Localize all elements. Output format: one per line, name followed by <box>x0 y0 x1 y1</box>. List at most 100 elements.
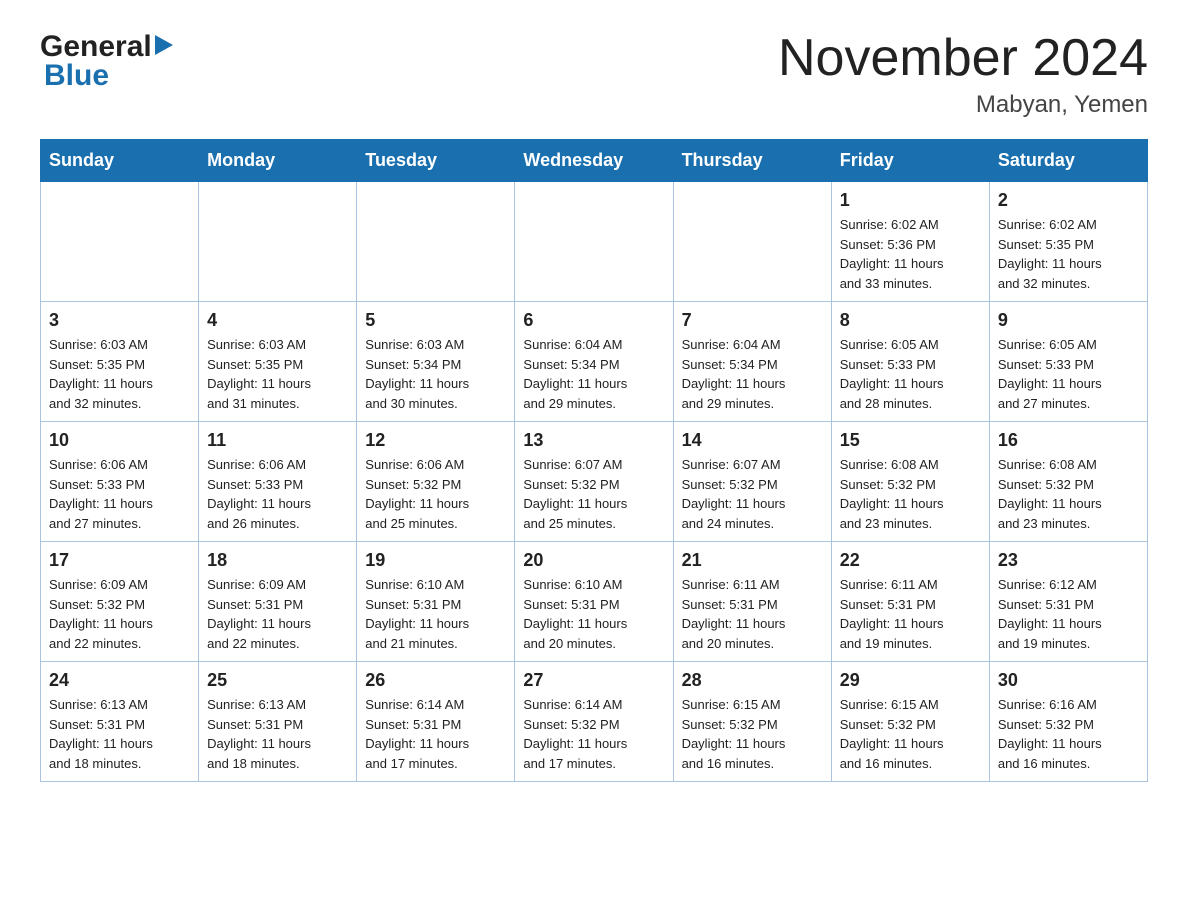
logo-arrow-icon <box>155 35 173 60</box>
page-header: General Blue November 2024 Mabyan, Yemen <box>40 30 1148 119</box>
calendar-cell: 9 Sunrise: 6:05 AM Sunset: 5:33 PM Daylig… <box>989 302 1147 422</box>
calendar-cell: 20Sunrise: 6:10 AM Sunset: 5:31 PM Dayli… <box>515 542 673 662</box>
day-info: Sunrise: 6:11 AM Sunset: 5:31 PM Dayligh… <box>682 575 823 653</box>
day-number: 18 <box>207 550 348 571</box>
calendar-day-header: Thursday <box>673 140 831 182</box>
calendar-cell: 13 Sunrise: 6:07 AM Sunset: 5:32 PM Dayli… <box>515 422 673 542</box>
day-number: 14 <box>682 430 823 451</box>
day-number: 7 <box>682 310 823 331</box>
day-number: 26 <box>365 670 506 691</box>
day-info: Sunrise: 6:13 AM Sunset: 5:31 PM Dayligh… <box>49 695 190 773</box>
day-info: Sunrise: 6:03 AM Sunset: 5:34 PM Dayligh… <box>365 335 506 413</box>
calendar-cell: 21 Sunrise: 6:11 AM Sunset: 5:31 PM Dayli… <box>673 542 831 662</box>
calendar-cell: 3 Sunrise: 6:03 AM Sunset: 5:35 PM Daylig… <box>41 302 199 422</box>
calendar-cell: 24 Sunrise: 6:13 AM Sunset: 5:31 PM Dayli… <box>41 662 199 782</box>
calendar-day-header: Friday <box>831 140 989 182</box>
day-info: Sunrise: 6:16 AM Sunset: 5:32 PM Dayligh… <box>998 695 1139 773</box>
calendar-cell: 6 Sunrise: 6:04 AM Sunset: 5:34 PM Daylig… <box>515 302 673 422</box>
day-number: 2 <box>998 190 1139 211</box>
day-number: 20 <box>523 550 664 571</box>
calendar-cell: 17 Sunrise: 6:09 AM Sunset: 5:32 PM Dayli… <box>41 542 199 662</box>
day-number: 22 <box>840 550 981 571</box>
calendar-cell: 16Sunrise: 6:08 AM Sunset: 5:32 PM Dayli… <box>989 422 1147 542</box>
calendar-cell: 18 Sunrise: 6:09 AM Sunset: 5:31 PM Dayli… <box>199 542 357 662</box>
logo: General Blue <box>40 30 173 92</box>
calendar-cell: 2 Sunrise: 6:02 AM Sunset: 5:35 PM Daylig… <box>989 182 1147 302</box>
day-info: Sunrise: 6:05 AM Sunset: 5:33 PM Dayligh… <box>998 335 1139 413</box>
day-info: Sunrise: 6:09 AM Sunset: 5:32 PM Dayligh… <box>49 575 190 653</box>
calendar-cell: 26 Sunrise: 6:14 AM Sunset: 5:31 PM Dayli… <box>357 662 515 782</box>
day-info: Sunrise: 6:02 AM Sunset: 5:36 PM Dayligh… <box>840 215 981 293</box>
day-number: 25 <box>207 670 348 691</box>
day-info: Sunrise: 6:14 AM Sunset: 5:31 PM Dayligh… <box>365 695 506 773</box>
day-info: Sunrise: 6:04 AM Sunset: 5:34 PM Dayligh… <box>682 335 823 413</box>
calendar-cell: 29 Sunrise: 6:15 AM Sunset: 5:32 PM Dayli… <box>831 662 989 782</box>
calendar-cell: 27 Sunrise: 6:14 AM Sunset: 5:32 PM Dayli… <box>515 662 673 782</box>
calendar-cell: 11 Sunrise: 6:06 AM Sunset: 5:33 PM Dayli… <box>199 422 357 542</box>
calendar-cell <box>199 182 357 302</box>
day-number: 28 <box>682 670 823 691</box>
calendar-cell: 19Sunrise: 6:10 AM Sunset: 5:31 PM Dayli… <box>357 542 515 662</box>
calendar-day-header: Monday <box>199 140 357 182</box>
calendar-day-header: Saturday <box>989 140 1147 182</box>
title-block: November 2024 Mabyan, Yemen <box>778 30 1148 119</box>
day-number: 21 <box>682 550 823 571</box>
calendar-week-row: 24 Sunrise: 6:13 AM Sunset: 5:31 PM Dayli… <box>41 662 1148 782</box>
day-info: Sunrise: 6:14 AM Sunset: 5:32 PM Dayligh… <box>523 695 664 773</box>
day-info: Sunrise: 6:12 AM Sunset: 5:31 PM Dayligh… <box>998 575 1139 653</box>
calendar-cell: 8 Sunrise: 6:05 AM Sunset: 5:33 PM Daylig… <box>831 302 989 422</box>
day-number: 12 <box>365 430 506 451</box>
calendar-cell: 1 Sunrise: 6:02 AM Sunset: 5:36 PM Daylig… <box>831 182 989 302</box>
calendar-cell: 23 Sunrise: 6:12 AM Sunset: 5:31 PM Dayli… <box>989 542 1147 662</box>
day-info: Sunrise: 6:09 AM Sunset: 5:31 PM Dayligh… <box>207 575 348 653</box>
day-info: Sunrise: 6:04 AM Sunset: 5:34 PM Dayligh… <box>523 335 664 413</box>
day-info: Sunrise: 6:06 AM Sunset: 5:32 PM Dayligh… <box>365 455 506 533</box>
day-info: Sunrise: 6:06 AM Sunset: 5:33 PM Dayligh… <box>207 455 348 533</box>
day-number: 8 <box>840 310 981 331</box>
day-number: 23 <box>998 550 1139 571</box>
day-number: 16 <box>998 430 1139 451</box>
location-title: Mabyan, Yemen <box>778 91 1148 119</box>
day-info: Sunrise: 6:10 AM Sunset: 5:31 PM Dayligh… <box>365 575 506 653</box>
calendar-week-row: 1 Sunrise: 6:02 AM Sunset: 5:36 PM Daylig… <box>41 182 1148 302</box>
day-number: 1 <box>840 190 981 211</box>
calendar-cell: 4Sunrise: 6:03 AM Sunset: 5:35 PM Daylig… <box>199 302 357 422</box>
day-number: 5 <box>365 310 506 331</box>
day-number: 9 <box>998 310 1139 331</box>
calendar-table: SundayMondayTuesdayWednesdayThursdayFrid… <box>40 139 1148 782</box>
day-number: 17 <box>49 550 190 571</box>
day-number: 11 <box>207 430 348 451</box>
day-number: 4 <box>207 310 348 331</box>
calendar-day-header: Wednesday <box>515 140 673 182</box>
day-info: Sunrise: 6:07 AM Sunset: 5:32 PM Dayligh… <box>523 455 664 533</box>
calendar-week-row: 3 Sunrise: 6:03 AM Sunset: 5:35 PM Daylig… <box>41 302 1148 422</box>
day-info: Sunrise: 6:11 AM Sunset: 5:31 PM Dayligh… <box>840 575 981 653</box>
calendar-cell: 12 Sunrise: 6:06 AM Sunset: 5:32 PM Dayli… <box>357 422 515 542</box>
day-info: Sunrise: 6:13 AM Sunset: 5:31 PM Dayligh… <box>207 695 348 773</box>
calendar-cell: 15Sunrise: 6:08 AM Sunset: 5:32 PM Dayli… <box>831 422 989 542</box>
calendar-cell: 7 Sunrise: 6:04 AM Sunset: 5:34 PM Daylig… <box>673 302 831 422</box>
calendar-week-row: 10 Sunrise: 6:06 AM Sunset: 5:33 PM Dayli… <box>41 422 1148 542</box>
day-number: 29 <box>840 670 981 691</box>
calendar-day-header: Sunday <box>41 140 199 182</box>
day-number: 6 <box>523 310 664 331</box>
day-info: Sunrise: 6:02 AM Sunset: 5:35 PM Dayligh… <box>998 215 1139 293</box>
day-number: 3 <box>49 310 190 331</box>
calendar-header-row: SundayMondayTuesdayWednesdayThursdayFrid… <box>41 140 1148 182</box>
logo-blue-text: Blue <box>44 59 173 92</box>
day-info: Sunrise: 6:07 AM Sunset: 5:32 PM Dayligh… <box>682 455 823 533</box>
calendar-cell <box>515 182 673 302</box>
calendar-cell: 5 Sunrise: 6:03 AM Sunset: 5:34 PM Daylig… <box>357 302 515 422</box>
calendar-cell: 14 Sunrise: 6:07 AM Sunset: 5:32 PM Dayli… <box>673 422 831 542</box>
day-number: 13 <box>523 430 664 451</box>
calendar-cell: 30 Sunrise: 6:16 AM Sunset: 5:32 PM Dayli… <box>989 662 1147 782</box>
day-info: Sunrise: 6:03 AM Sunset: 5:35 PM Dayligh… <box>49 335 190 413</box>
day-number: 27 <box>523 670 664 691</box>
day-info: Sunrise: 6:15 AM Sunset: 5:32 PM Dayligh… <box>840 695 981 773</box>
day-number: 24 <box>49 670 190 691</box>
calendar-cell <box>357 182 515 302</box>
calendar-week-row: 17 Sunrise: 6:09 AM Sunset: 5:32 PM Dayli… <box>41 542 1148 662</box>
day-info: Sunrise: 6:05 AM Sunset: 5:33 PM Dayligh… <box>840 335 981 413</box>
day-number: 10 <box>49 430 190 451</box>
day-number: 30 <box>998 670 1139 691</box>
